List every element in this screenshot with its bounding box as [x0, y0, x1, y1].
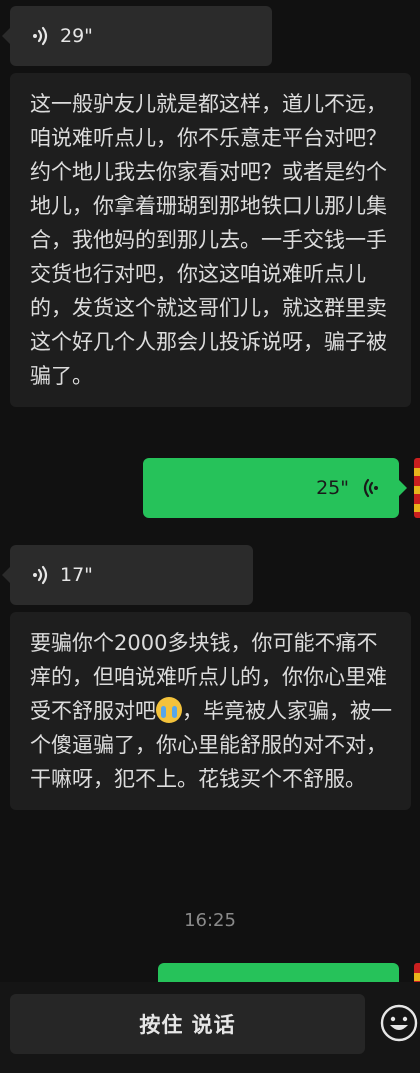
- loudly-crying-face-icon: [156, 697, 182, 723]
- self-avatar[interactable]: [414, 458, 420, 518]
- voice-wave-icon: [33, 26, 48, 46]
- voice-message-outgoing[interactable]: 25": [143, 458, 407, 518]
- voice-transcript: 这一般驴友儿就是都这样，道儿不远，咱说难听点儿，你不乐意走平台对吧？约个地儿我去…: [10, 73, 411, 407]
- hold-to-talk-button[interactable]: 按住 说话: [10, 994, 365, 1054]
- transcript-text: 这一般驴友儿就是都这样，道儿不远，咱说难听点儿，你不乐意走平台对吧？约个地儿我去…: [30, 92, 387, 388]
- voice-wave-icon: [363, 478, 378, 498]
- voice-duration: 29": [60, 25, 93, 47]
- voice-message-incoming[interactable]: 29": [2, 6, 272, 66]
- message-timestamp: 16:25: [184, 910, 236, 931]
- voice-duration: 17": [60, 564, 93, 586]
- voice-transcript: 要骗你个2000多块钱，你可能不痛不痒的，但咱说难听点儿的，你你心里难受不舒服对…: [10, 612, 411, 810]
- chat-view: 29" 这一般驴友儿就是都这样，道儿不远，咱说难听点儿，你不乐意走平台对吧？约个…: [0, 0, 420, 1073]
- voice-wave-icon: [33, 565, 48, 585]
- smiley-icon[interactable]: [379, 1003, 419, 1043]
- voice-duration: 25": [316, 477, 349, 499]
- input-bar: 按住 说话: [0, 982, 420, 1073]
- voice-message-incoming[interactable]: 17": [2, 545, 253, 605]
